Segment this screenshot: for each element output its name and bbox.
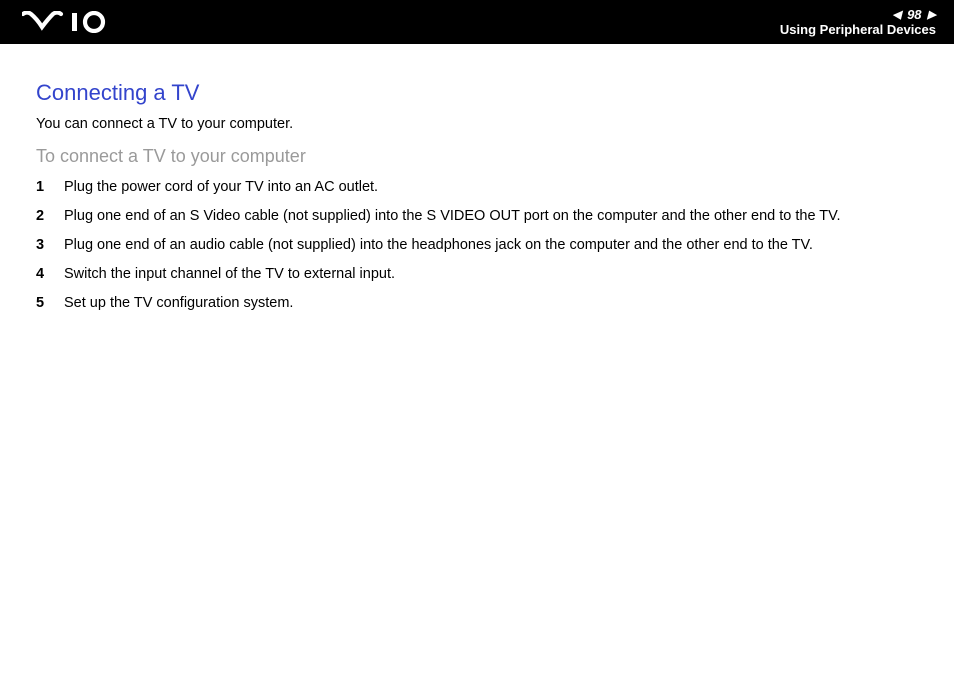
step-text: Set up the TV configuration system. bbox=[64, 293, 293, 314]
step-item: Switch the input channel of the TV to ex… bbox=[36, 264, 918, 285]
header-right: ◀ 98 ▶ Using Peripheral Devices bbox=[780, 6, 936, 38]
subtitle: To connect a TV to your computer bbox=[36, 146, 918, 167]
step-item: Plug the power cord of your TV into an A… bbox=[36, 177, 918, 198]
page-content: Connecting a TV You can connect a TV to … bbox=[0, 44, 954, 314]
step-item: Plug one end of an S Video cable (not su… bbox=[36, 206, 918, 227]
page-number: 98 bbox=[907, 8, 921, 23]
section-label: Using Peripheral Devices bbox=[780, 23, 936, 38]
steps-list: Plug the power cord of your TV into an A… bbox=[36, 177, 918, 314]
nav-prev-icon[interactable]: ◀ bbox=[893, 9, 901, 22]
step-text: Plug one end of an S Video cable (not su… bbox=[64, 206, 841, 227]
vaio-logo bbox=[18, 11, 118, 33]
page-title: Connecting a TV bbox=[36, 80, 918, 106]
step-item: Set up the TV configuration system. bbox=[36, 293, 918, 314]
step-item: Plug one end of an audio cable (not supp… bbox=[36, 235, 918, 256]
page-header: ◀ 98 ▶ Using Peripheral Devices bbox=[0, 0, 954, 44]
step-text: Switch the input channel of the TV to ex… bbox=[64, 264, 395, 285]
intro-text: You can connect a TV to your computer. bbox=[36, 116, 918, 132]
step-text: Plug one end of an audio cable (not supp… bbox=[64, 235, 813, 256]
page-nav: ◀ 98 ▶ bbox=[893, 8, 936, 23]
vaio-logo-svg bbox=[22, 11, 118, 33]
step-text: Plug the power cord of your TV into an A… bbox=[64, 177, 378, 198]
nav-next-icon[interactable]: ▶ bbox=[928, 9, 936, 22]
